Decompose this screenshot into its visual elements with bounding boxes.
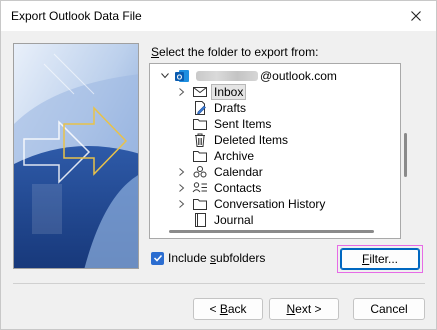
folder-label: Deleted Items <box>214 133 289 147</box>
folder-icon <box>192 196 208 212</box>
folder-item-sent-items[interactable]: Sent Items <box>192 116 273 132</box>
folder-item-contacts[interactable]: Contacts <box>192 180 263 196</box>
expand-contacts-toggle[interactable] <box>177 180 187 196</box>
checkmark-icon <box>151 251 164 265</box>
journal-icon <box>192 212 208 228</box>
drafts-icon <box>192 100 208 116</box>
vertical-scrollbar[interactable] <box>404 133 407 177</box>
chevron-right-icon <box>179 88 185 96</box>
trash-icon <box>192 132 208 148</box>
close-button[interactable] <box>396 1 436 31</box>
folder-item-archive[interactable]: Archive <box>192 148 256 164</box>
cancel-button[interactable]: Cancel <box>353 298 425 320</box>
folder-item-calendar[interactable]: Calendar <box>192 164 265 180</box>
close-icon <box>411 11 421 21</box>
back-button[interactable]: < Back <box>193 298 263 320</box>
include-subfolders-checkbox[interactable]: Include subfolders <box>151 251 265 265</box>
chevron-right-icon <box>179 200 185 208</box>
collapse-account-toggle[interactable] <box>160 68 170 84</box>
outlook-icon: O <box>174 68 190 84</box>
folder-item-drafts[interactable]: Drafts <box>192 100 248 116</box>
folder-prompt: Select the folder to export from: <box>151 45 318 59</box>
next-button[interactable]: Next > <box>269 298 339 320</box>
footer-divider <box>13 283 425 284</box>
folder-item-deleted-items[interactable]: Deleted Items <box>192 132 290 148</box>
include-subfolders-label: Include subfolders <box>168 251 266 265</box>
window-title: Export Outlook Data File <box>11 9 142 23</box>
folder-item-conversation-history[interactable]: Conversation History <box>192 196 327 212</box>
folder-item-journal[interactable]: Journal <box>192 212 255 228</box>
svg-text:O: O <box>177 75 183 82</box>
folder-label: Contacts <box>214 181 262 195</box>
envelope-icon <box>192 84 208 100</box>
folder-label: Archive <box>214 149 255 163</box>
export-dialog: Export Outlook Data File Select the fold… <box>0 0 437 330</box>
folder-tree[interactable]: O @outlook.com Inbox Drafts Sent Items D… <box>149 63 401 239</box>
filter-button[interactable]: Filter... <box>340 248 420 270</box>
prompt-text-after: elect the folder to export from: <box>159 45 319 59</box>
folder-label: Calendar <box>214 165 263 179</box>
calendar-icon <box>192 164 208 180</box>
title-bar: Export Outlook Data File <box>1 1 436 31</box>
folder-label: Drafts <box>214 101 247 115</box>
folder-label: Inbox <box>210 84 247 100</box>
chevron-right-icon <box>179 184 185 192</box>
account-email: @outlook.com <box>260 69 337 83</box>
horizontal-scrollbar[interactable] <box>169 230 374 233</box>
expand-inbox-toggle[interactable] <box>177 84 187 100</box>
expand-calendar-toggle[interactable] <box>177 164 187 180</box>
folder-label: Journal <box>214 213 254 227</box>
blurred-account-name <box>196 71 258 81</box>
prompt-access-key: S <box>151 45 160 59</box>
folder-item-inbox[interactable]: Inbox <box>192 84 247 100</box>
contacts-icon <box>192 180 208 196</box>
folder-label: Conversation History <box>214 197 326 211</box>
folder-icon <box>192 148 208 164</box>
chevron-down-icon <box>161 73 169 79</box>
folder-label: Sent Items <box>214 117 272 131</box>
wizard-banner-image <box>13 43 139 269</box>
chevron-right-icon <box>179 168 185 176</box>
folder-icon <box>192 116 208 132</box>
account-row[interactable]: O @outlook.com <box>174 68 339 84</box>
expand-conversation-history-toggle[interactable] <box>177 196 187 212</box>
